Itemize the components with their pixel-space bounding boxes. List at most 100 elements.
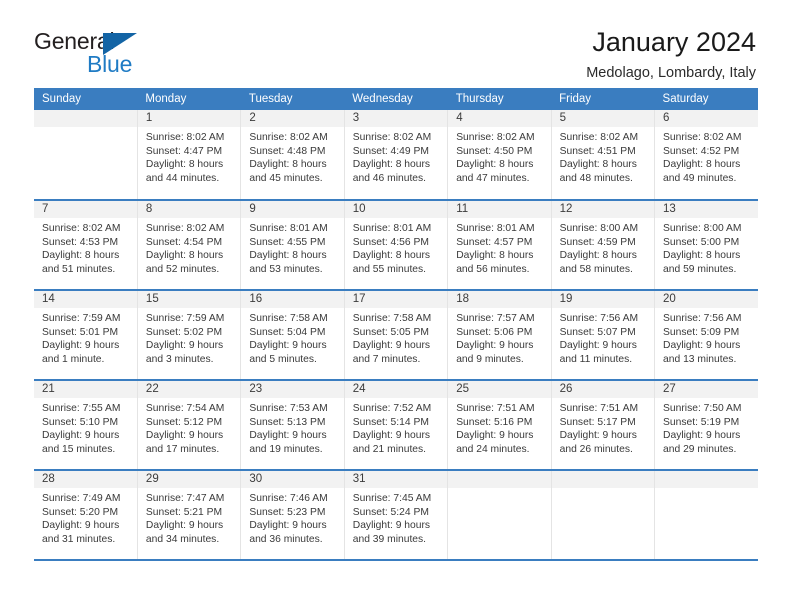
day-detail-daylight1: Daylight: 8 hours (249, 159, 327, 171)
day-detail-daylight1: Daylight: 8 hours (559, 159, 637, 171)
weekday-header-thursday: Thursday (447, 88, 552, 110)
calendar-day-cell[interactable]: 22 Sunrise: 7:54 AM Sunset: 5:12 PM Dayligh… (137, 380, 242, 471)
day-details: Sunrise: 7:59 AM Sunset: 5:01 PM Daylight:… (34, 308, 137, 366)
day-detail-sunrise: Sunrise: 7:52 AM (352, 403, 432, 414)
day-detail-daylight2: and 48 minutes. (559, 172, 633, 184)
day-detail-sunset: Sunset: 4:54 PM (145, 236, 223, 248)
day-details: Sunrise: 8:02 AM Sunset: 4:47 PM Daylight:… (138, 127, 240, 185)
day-detail-daylight2: and 36 minutes. (249, 533, 323, 545)
calendar-day-cell[interactable]: 12 Sunrise: 8:00 AM Sunset: 4:59 PM Dayligh… (551, 200, 656, 291)
day-detail-daylight1: Daylight: 9 hours (249, 430, 327, 442)
day-details: Sunrise: 8:01 AM Sunset: 4:57 PM Daylight:… (448, 218, 550, 276)
day-number: 17 (344, 291, 448, 308)
day-detail-sunrise: Sunrise: 7:45 AM (352, 493, 432, 504)
day-number: 26 (551, 381, 655, 398)
day-detail-daylight1: Daylight: 8 hours (352, 250, 431, 262)
day-detail-sunset: Sunset: 5:20 PM (42, 506, 119, 518)
calendar-day-cell[interactable]: 27 Sunrise: 7:50 AM Sunset: 5:19 PM Dayligh… (654, 380, 758, 471)
calendar-day-cell[interactable]: 8 Sunrise: 8:02 AM Sunset: 4:54 PM Daylight… (137, 200, 242, 291)
calendar-week-row: 7 Sunrise: 8:02 AM Sunset: 4:53 PM Daylight… (34, 200, 758, 291)
day-detail-sunrise: Sunrise: 7:58 AM (352, 313, 432, 324)
calendar-day-cell[interactable]: 4 Sunrise: 8:02 AM Sunset: 4:50 PM Daylight… (447, 110, 552, 201)
day-details: Sunrise: 7:59 AM Sunset: 5:02 PM Daylight:… (138, 308, 240, 366)
calendar-day-cell[interactable]: 9 Sunrise: 8:01 AM Sunset: 4:55 PM Daylight… (240, 200, 345, 291)
day-detail-daylight2: and 15 minutes. (42, 443, 116, 455)
day-detail-sunset: Sunset: 4:52 PM (663, 145, 740, 157)
calendar-day-cell[interactable]: 11 Sunrise: 8:01 AM Sunset: 4:57 PM Dayligh… (447, 200, 552, 291)
calendar-day-cell[interactable]: 13 Sunrise: 8:00 AM Sunset: 5:00 PM Dayligh… (654, 200, 758, 291)
day-number: 25 (448, 381, 551, 398)
calendar-day-cell[interactable]: 3 Sunrise: 8:02 AM Sunset: 4:49 PM Daylight… (344, 110, 449, 201)
calendar-day-cell[interactable]: 1 Sunrise: 8:02 AM Sunset: 4:47 PM Daylight… (137, 110, 242, 201)
day-number: 1 (137, 110, 241, 127)
day-detail-sunrise: Sunrise: 7:50 AM (663, 403, 742, 414)
day-detail-sunrise: Sunrise: 8:02 AM (663, 132, 742, 143)
day-detail-daylight2: and 58 minutes. (559, 263, 633, 275)
day-detail-daylight1: Daylight: 8 hours (145, 159, 224, 171)
page-header: General Blue January 2024 Medolago, Lomb… (0, 0, 792, 82)
day-detail-daylight2: and 47 minutes. (456, 172, 530, 184)
day-detail-daylight1: Daylight: 9 hours (663, 430, 741, 442)
calendar-day-cell[interactable]: 23 Sunrise: 7:53 AM Sunset: 5:13 PM Dayligh… (240, 380, 345, 471)
calendar-day-cell[interactable]: 21 Sunrise: 7:55 AM Sunset: 5:10 PM Dayligh… (34, 380, 138, 471)
day-detail-sunset: Sunset: 4:55 PM (249, 236, 326, 248)
weekday-header-tuesday: Tuesday (240, 88, 345, 110)
calendar-day-cell[interactable]: 25 Sunrise: 7:51 AM Sunset: 5:16 PM Dayligh… (447, 380, 552, 471)
day-details: Sunrise: 7:53 AM Sunset: 5:13 PM Daylight:… (241, 398, 343, 456)
day-number (448, 471, 551, 488)
day-number: 7 (34, 201, 137, 218)
calendar-day-cell[interactable]: 28 Sunrise: 7:49 AM Sunset: 5:20 PM Dayligh… (34, 470, 138, 561)
day-number: 10 (344, 201, 448, 218)
weekday-header-saturday: Saturday (654, 88, 758, 110)
calendar-day-cell[interactable]: 24 Sunrise: 7:52 AM Sunset: 5:14 PM Dayligh… (344, 380, 449, 471)
calendar-day-cell[interactable]: 7 Sunrise: 8:02 AM Sunset: 4:53 PM Daylight… (34, 200, 138, 291)
general-blue-logo[interactable]: General Blue (34, 28, 174, 80)
calendar-day-cell[interactable]: 14 Sunrise: 7:59 AM Sunset: 5:01 PM Dayligh… (34, 290, 138, 381)
weekday-header-row: Sunday Monday Tuesday Wednesday Thursday… (34, 88, 758, 110)
day-details: Sunrise: 8:02 AM Sunset: 4:52 PM Daylight:… (655, 127, 758, 185)
calendar-day-cell[interactable]: 31 Sunrise: 7:45 AM Sunset: 5:24 PM Dayligh… (344, 470, 449, 561)
day-number: 2 (241, 110, 344, 127)
calendar-day-cell[interactable]: 5 Sunrise: 8:02 AM Sunset: 4:51 PM Daylight… (551, 110, 656, 201)
day-detail-daylight1: Daylight: 8 hours (352, 159, 431, 171)
day-detail-sunrise: Sunrise: 8:02 AM (352, 132, 432, 143)
day-number: 21 (34, 381, 137, 398)
day-number: 15 (137, 291, 241, 308)
day-details (448, 488, 550, 492)
calendar-day-cell[interactable]: 18 Sunrise: 7:57 AM Sunset: 5:06 PM Dayligh… (447, 290, 552, 381)
calendar-day-cell[interactable]: 6 Sunrise: 8:02 AM Sunset: 4:52 PM Daylight… (654, 110, 758, 201)
calendar-day-cell[interactable]: 2 Sunrise: 8:02 AM Sunset: 4:48 PM Daylight… (240, 110, 345, 201)
day-detail-daylight1: Daylight: 8 hours (145, 250, 224, 262)
day-detail-sunset: Sunset: 4:56 PM (352, 236, 429, 248)
day-detail-daylight2: and 1 minute. (42, 353, 105, 365)
calendar-day-cell[interactable]: 29 Sunrise: 7:47 AM Sunset: 5:21 PM Dayligh… (137, 470, 242, 561)
calendar-day-cell[interactable]: 19 Sunrise: 7:56 AM Sunset: 5:07 PM Dayligh… (551, 290, 656, 381)
day-number: 6 (655, 110, 758, 127)
calendar-day-cell[interactable]: 17 Sunrise: 7:58 AM Sunset: 5:05 PM Dayligh… (344, 290, 449, 381)
weekday-header-wednesday: Wednesday (344, 88, 448, 110)
calendar-day-cell[interactable]: 30 Sunrise: 7:46 AM Sunset: 5:23 PM Dayligh… (240, 470, 345, 561)
day-detail-sunset: Sunset: 4:53 PM (42, 236, 119, 248)
day-detail-daylight1: Daylight: 8 hours (249, 250, 327, 262)
calendar-day-cell[interactable]: 16 Sunrise: 7:58 AM Sunset: 5:04 PM Dayligh… (240, 290, 345, 381)
day-number: 8 (137, 201, 241, 218)
day-detail-daylight1: Daylight: 9 hours (456, 340, 534, 352)
day-details: Sunrise: 8:02 AM Sunset: 4:54 PM Daylight:… (138, 218, 240, 276)
day-detail-daylight2: and 56 minutes. (456, 263, 530, 275)
calendar-day-cell[interactable]: 10 Sunrise: 8:01 AM Sunset: 4:56 PM Dayligh… (344, 200, 449, 291)
day-detail-daylight1: Daylight: 9 hours (559, 340, 637, 352)
day-detail-sunrise: Sunrise: 8:01 AM (249, 223, 328, 234)
day-details: Sunrise: 7:56 AM Sunset: 5:07 PM Daylight:… (552, 308, 654, 366)
day-detail-sunrise: Sunrise: 8:02 AM (145, 132, 225, 143)
title-block: January 2024 Medolago, Lombardy, Italy (586, 28, 756, 82)
day-number: 27 (655, 381, 758, 398)
calendar-day-cell[interactable]: 15 Sunrise: 7:59 AM Sunset: 5:02 PM Dayligh… (137, 290, 242, 381)
day-detail-sunrise: Sunrise: 7:51 AM (456, 403, 535, 414)
day-details: Sunrise: 7:49 AM Sunset: 5:20 PM Daylight:… (34, 488, 137, 546)
day-detail-daylight1: Daylight: 9 hours (145, 430, 224, 442)
calendar-day-cell[interactable]: 20 Sunrise: 7:56 AM Sunset: 5:09 PM Dayligh… (654, 290, 758, 381)
day-details: Sunrise: 7:56 AM Sunset: 5:09 PM Daylight:… (655, 308, 758, 366)
location-subtitle: Medolago, Lombardy, Italy (586, 65, 756, 82)
calendar-cell-empty (447, 470, 552, 561)
calendar-day-cell[interactable]: 26 Sunrise: 7:51 AM Sunset: 5:17 PM Dayligh… (551, 380, 656, 471)
